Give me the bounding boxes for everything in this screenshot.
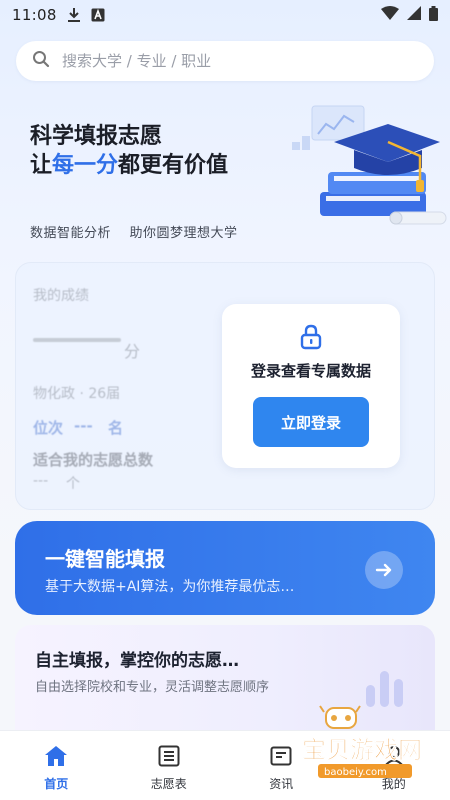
wifi-icon — [381, 6, 399, 24]
lock-icon — [300, 324, 322, 354]
login-overlay-card: 登录查看专属数据 立即登录 — [222, 304, 400, 468]
arrow-right-icon[interactable] — [365, 551, 403, 589]
nav-item-list[interactable]: 志愿表 — [113, 731, 226, 800]
nav-label-home: 首页 — [44, 777, 69, 791]
smart-fill-title: 一键智能填报 — [45, 547, 165, 571]
hero-title-accent: 每一分 — [52, 153, 119, 178]
rank-unit: 名 — [108, 419, 124, 437]
hero-title-prefix: 让 — [30, 153, 53, 178]
score-unit: 分 — [124, 342, 141, 361]
status-time: 11:08 — [12, 6, 57, 24]
battery-icon — [429, 5, 438, 25]
status-bar: 11:08 — [0, 0, 450, 30]
score-subjects: 物化政 · 26届 — [33, 386, 121, 402]
self-fill-subtitle: 自由选择院校和专业，灵活调整志愿顺序 — [35, 680, 270, 695]
total-value: --- — [33, 473, 49, 489]
list-icon — [158, 743, 180, 769]
hero-title-suffix: 都更有价值 — [118, 153, 229, 178]
search-bar[interactable] — [16, 41, 434, 81]
smart-fill-subtitle: 基于大数据+AI算法，为你推荐最优志… — [45, 579, 295, 595]
graduation-cap-illustration — [292, 96, 450, 234]
font-app-icon — [91, 8, 105, 22]
rank-value: --- — [74, 417, 93, 435]
score-card-title: 我的成绩 — [33, 288, 89, 304]
watermark-url: baobeiy.com — [324, 767, 387, 778]
hero-subtitle: 数据智能分析 助你圆梦理想大学 — [30, 226, 238, 241]
nav-label-news: 资讯 — [269, 777, 294, 791]
self-fill-title: 自主填报，掌控你的志愿… — [35, 651, 239, 671]
watermark-text: 宝贝游戏网 — [302, 736, 422, 764]
search-input[interactable] — [62, 52, 402, 70]
news-icon — [270, 743, 292, 769]
score-placeholder-bar — [33, 338, 121, 342]
hero-title-line1: 科学填报志愿 — [30, 124, 163, 149]
rank-label: 位次 — [33, 419, 64, 437]
search-icon — [32, 50, 50, 72]
nav-item-home[interactable]: 首页 — [0, 731, 113, 800]
login-prompt: 登录查看专属数据 — [250, 362, 371, 380]
home-icon — [44, 743, 68, 769]
total-label: 适合我的志愿总数 — [33, 451, 154, 469]
signal-icon — [407, 6, 421, 24]
nav-label-list: 志愿表 — [150, 777, 187, 791]
watermark-logo: 宝贝游戏网 baobeiy.com — [300, 700, 450, 780]
smart-fill-card[interactable]: 一键智能填报 基于大数据+AI算法，为你推荐最优志… — [15, 521, 435, 615]
download-icon — [67, 7, 81, 23]
total-unit: 个 — [66, 476, 80, 492]
login-button[interactable]: 立即登录 — [253, 397, 369, 447]
hero-title-line2: 让每一分都更有价值 — [30, 150, 250, 182]
